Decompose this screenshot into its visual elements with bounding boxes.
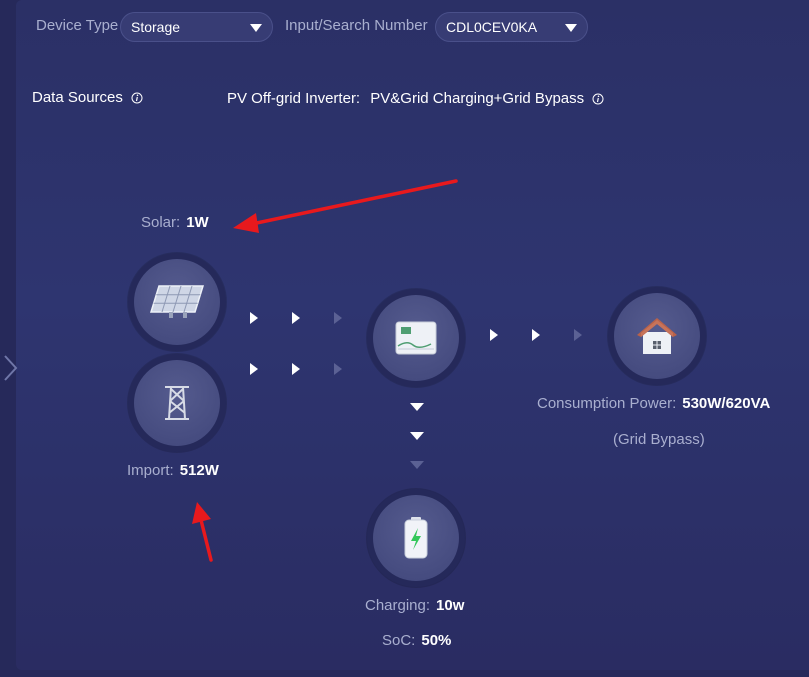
solar-panel-icon [149, 285, 205, 318]
inverter-mode-line: PV Off-grid Inverter: PV&Grid Charging+G… [227, 90, 604, 107]
import-value: 512W [179, 462, 219, 479]
flow-arrow [334, 312, 342, 324]
consumption-readout: Consumption Power: 530W/620VA [537, 395, 770, 412]
soc-label: SoC: [382, 632, 416, 649]
inverter-mode-value: PV&Grid Charging+Grid Bypass [370, 90, 585, 107]
flow-arrow [292, 312, 300, 324]
flow-arrow [334, 363, 342, 375]
inverter-icon [395, 321, 437, 355]
chevron-down-icon [250, 24, 262, 32]
grid-import-readout: Import: 512W [127, 462, 219, 479]
chevron-down-icon [565, 24, 577, 32]
grid-node[interactable] [128, 354, 226, 452]
solar-value: 1W [186, 214, 209, 231]
data-sources-label: Data Sources [32, 89, 123, 106]
flow-arrow [574, 329, 582, 341]
flow-arrow-down [410, 461, 424, 469]
expand-chevron-icon[interactable] [2, 352, 20, 384]
charging-label: Charging: [365, 597, 431, 614]
flow-arrow [532, 329, 540, 341]
flow-arrow [490, 329, 498, 341]
charging-value: 10w [436, 597, 465, 614]
flow-arrow [250, 363, 258, 375]
device-type-select[interactable]: Storage [120, 12, 273, 42]
flow-arrow-down [410, 403, 424, 411]
device-type-value: Storage [131, 19, 181, 35]
battery-charging-readout: Charging: 10w [365, 597, 464, 614]
inverter-node[interactable] [367, 289, 465, 387]
power-tower-icon [165, 386, 189, 420]
battery-node[interactable] [367, 489, 465, 587]
solar-label: Solar: [141, 214, 181, 231]
consumption-label: Consumption Power: [537, 395, 677, 412]
battery-soc-readout: SoC: 50% [382, 632, 451, 649]
search-number-select[interactable]: CDL0CEV0KA [435, 12, 588, 42]
solar-node[interactable] [128, 253, 226, 351]
import-label: Import: [127, 462, 174, 479]
flow-arrow [250, 312, 258, 324]
search-number-value: CDL0CEV0KA [446, 19, 538, 35]
device-type-label: Device Type [36, 17, 119, 34]
flow-arrow [292, 363, 300, 375]
solar-power-readout: Solar: 1W [141, 214, 209, 231]
battery-icon [404, 517, 428, 559]
consumption-value: 530W/620VA [682, 395, 771, 412]
flow-arrow-down [410, 432, 424, 440]
home-node[interactable] [608, 287, 706, 385]
search-number-label: Input/Search Number [285, 17, 428, 34]
info-icon[interactable] [131, 92, 143, 104]
inverter-type-label: PV Off-grid Inverter: [227, 90, 361, 107]
data-sources-title: Data Sources [32, 89, 143, 106]
info-icon[interactable] [592, 93, 604, 105]
soc-value: 50% [421, 632, 452, 649]
grid-bypass-note: (Grid Bypass) [613, 431, 705, 448]
house-icon [637, 318, 677, 354]
